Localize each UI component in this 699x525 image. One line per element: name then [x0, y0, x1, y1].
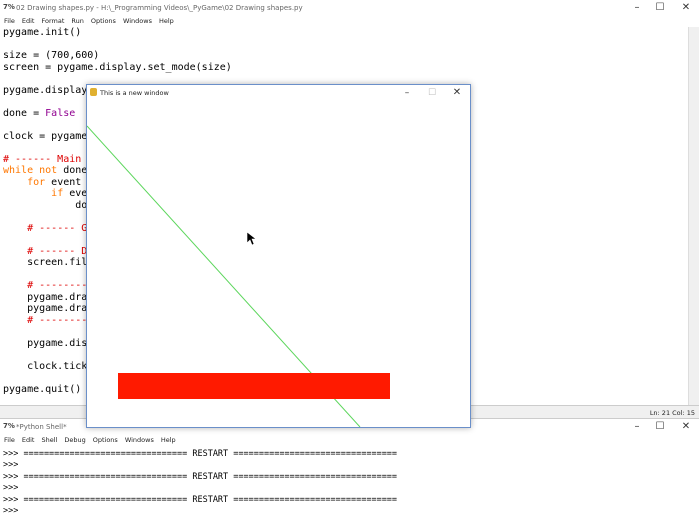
menu-edit[interactable]: Edit: [22, 435, 35, 446]
idle-icon: 7%: [3, 422, 15, 430]
shell-line: >>> ================================ RES…: [3, 494, 398, 505]
pygame-icon: [90, 88, 97, 96]
pygame-window[interactable]: This is a new window – ☐ ✕: [86, 84, 471, 428]
menu-options[interactable]: Options: [93, 435, 118, 446]
shell-line: >>>: [3, 483, 19, 494]
idle-icon: 7%: [3, 3, 15, 11]
code-line: pygame.init(): [3, 27, 82, 38]
close-button[interactable]: ✕: [449, 86, 465, 100]
pygame-canvas[interactable]: [87, 101, 470, 427]
menu-options[interactable]: Options: [91, 16, 116, 27]
menu-windows[interactable]: Windows: [125, 435, 154, 446]
menu-debug[interactable]: Debug: [64, 435, 85, 446]
maximize-button[interactable]: ☐: [652, 1, 668, 15]
red-rectangle: [118, 373, 390, 399]
menu-run[interactable]: Run: [71, 16, 83, 27]
editor-menubar: File Edit Format Run Options Windows Help: [0, 16, 699, 27]
shell-line: >>>: [3, 460, 19, 471]
editor-scrollbar[interactable]: [688, 27, 699, 405]
menu-file[interactable]: File: [4, 16, 15, 27]
menu-file[interactable]: File: [4, 435, 15, 446]
menu-help[interactable]: Help: [159, 16, 174, 27]
shell-line: >>>: [3, 506, 19, 517]
code-line: size = (700,600): [3, 50, 100, 61]
menu-shell[interactable]: Shell: [41, 435, 57, 446]
maximize-button[interactable]: ☐: [652, 420, 668, 434]
shell-line: >>> ================================ RES…: [3, 471, 398, 482]
minimize-button[interactable]: –: [399, 86, 415, 100]
close-button[interactable]: ✕: [678, 1, 694, 15]
menu-help[interactable]: Help: [161, 435, 176, 446]
shell-title: *Python Shell*: [16, 423, 67, 431]
shell-line: >>> ================================ RES…: [3, 449, 398, 459]
code-line: screen = pygame.display.set_mode(size): [3, 61, 232, 73]
editor-titlebar: 7% 02 Drawing shapes.py - H:\_Programmin…: [0, 0, 699, 16]
editor-title: 02 Drawing shapes.py - H:\_Programming V…: [16, 4, 303, 12]
minimize-button[interactable]: –: [629, 420, 645, 434]
menu-edit[interactable]: Edit: [22, 16, 35, 27]
maximize-button: ☐: [427, 88, 437, 98]
pygame-title: This is a new window: [100, 89, 169, 97]
close-button[interactable]: ✕: [678, 420, 694, 434]
menu-windows[interactable]: Windows: [123, 16, 152, 27]
shell-menubar: File Edit Shell Debug Options Windows Help: [0, 435, 699, 446]
cursor-position: Ln: 21 Col: 15: [649, 409, 695, 417]
mouse-cursor-icon: [246, 231, 257, 246]
menu-format[interactable]: Format: [41, 16, 64, 27]
minimize-button[interactable]: –: [629, 1, 645, 15]
shell-window: 7% *Python Shell* – ☐ ✕ File Edit Shell Deb…: [0, 418, 699, 525]
pygame-titlebar: This is a new window – ☐ ✕: [87, 85, 470, 101]
shell-output[interactable]: >>> ================================ RES…: [3, 449, 397, 517]
